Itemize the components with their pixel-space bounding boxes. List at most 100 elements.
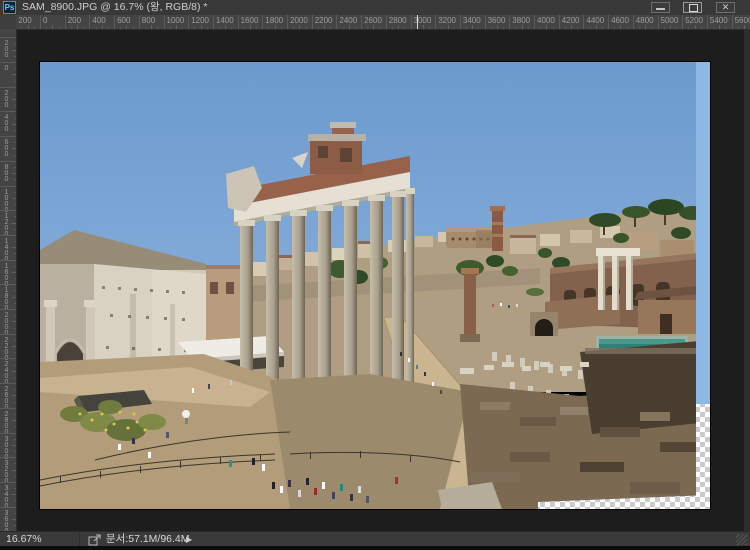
- status-menu-arrow-icon[interactable]: ▶: [186, 532, 192, 547]
- ruler-minor-tick: [14, 81, 16, 82]
- ruler-minor-tick: [429, 27, 430, 29]
- ruler-tick: [411, 15, 412, 29]
- ruler-tick: [0, 358, 16, 359]
- ruler-minor-tick: [275, 25, 276, 29]
- edge-blue-strip: [696, 62, 710, 404]
- ruler-tick: [336, 15, 337, 29]
- ruler-minor-tick: [448, 25, 449, 29]
- ruler-minor-tick: [454, 27, 455, 29]
- ruler-minor-tick: [14, 365, 16, 366]
- minimize-button[interactable]: [651, 2, 670, 13]
- ruler-tick: [682, 15, 683, 29]
- title-bar[interactable]: Ps SAM_8900.JPG @ 16.7% (왕, RGB/8) * ✕: [0, 0, 750, 16]
- ruler-tick: [732, 15, 733, 29]
- ruler-minor-tick: [540, 27, 541, 29]
- ruler-minor-tick: [713, 27, 714, 29]
- ruler-tick: [658, 15, 659, 29]
- close-button[interactable]: ✕: [716, 2, 735, 13]
- ruler-minor-tick: [12, 99, 16, 100]
- ruler-minor-tick: [126, 25, 127, 29]
- ruler-label: 1200: [3, 213, 10, 237]
- ruler-minor-tick: [12, 445, 16, 446]
- ruler-horizontal[interactable]: 2000200400600800100012001400160018002000…: [16, 15, 750, 30]
- ruler-minor-tick: [12, 494, 16, 495]
- ruler-minor-tick: [14, 402, 16, 403]
- ruler-minor-tick: [466, 27, 467, 29]
- ruler-minor-tick: [14, 389, 16, 390]
- ruler-minor-tick: [404, 27, 405, 29]
- resize-grip[interactable]: [736, 534, 747, 545]
- ruler-minor-tick: [14, 266, 16, 267]
- ruler-tick: [361, 15, 362, 29]
- ruler-label: 1200: [191, 16, 209, 25]
- document-title: SAM_8900.JPG @ 16.7% (왕, RGB/8) *: [22, 0, 207, 15]
- ruler-label: 2200: [3, 337, 10, 361]
- ruler-tick: [0, 482, 16, 483]
- bell-tower: [490, 206, 505, 251]
- ruler-tick: [0, 87, 16, 88]
- ruler-minor-tick: [14, 476, 16, 477]
- ruler-minor-tick: [651, 27, 652, 29]
- ruler-label: 4000: [537, 16, 555, 25]
- ruler-vertical[interactable]: 2000200400600800100012001400160018002000…: [0, 29, 17, 531]
- ruler-label: 5200: [685, 16, 703, 25]
- ruler-tick: [435, 15, 436, 29]
- ruler-label: 1600: [3, 263, 10, 287]
- minimize-icon: [656, 8, 665, 10]
- zoom-level-field[interactable]: 16.67%: [0, 532, 80, 547]
- ruler-tick: [89, 15, 90, 29]
- ruler-tick: [0, 408, 16, 409]
- ruler-label: 200: [3, 90, 10, 108]
- ruler-minor-tick: [14, 278, 16, 279]
- maximize-button[interactable]: [683, 2, 702, 13]
- ruler-minor-tick: [14, 315, 16, 316]
- ruler-minor-tick: [14, 167, 16, 168]
- ruler-minor-tick: [12, 223, 16, 224]
- ruler-label: 200: [18, 16, 31, 25]
- document-sizes-label: 문서:57.1M/96.4M: [106, 532, 190, 547]
- export-icon[interactable]: [88, 534, 102, 546]
- document-canvas[interactable]: [40, 62, 710, 509]
- ruler-minor-tick: [14, 525, 16, 526]
- ruler-tick: [0, 433, 16, 434]
- ruler-minor-tick: [14, 303, 16, 304]
- ruler-tick: [386, 15, 387, 29]
- close-icon: ✕: [722, 2, 730, 12]
- ruler-minor-tick: [77, 25, 78, 29]
- ruler-minor-tick: [14, 68, 16, 69]
- ruler-minor-tick: [12, 346, 16, 347]
- photoshop-window: Ps SAM_8900.JPG @ 16.7% (왕, RGB/8) * ✕ 2…: [0, 0, 750, 550]
- ruler-minor-tick: [14, 253, 16, 254]
- ruler-minor-tick: [256, 27, 257, 29]
- ruler-tick: [0, 161, 16, 162]
- ruler-minor-tick: [695, 25, 696, 29]
- ruler-minor-tick: [12, 395, 16, 396]
- ruler-label: 3600: [488, 16, 506, 25]
- ruler-minor-tick: [14, 93, 16, 94]
- photo-roman-forum: [40, 62, 710, 509]
- ruler-minor-tick: [14, 328, 16, 329]
- ruler-label: 1800: [265, 16, 283, 25]
- ruler-minor-tick: [83, 27, 84, 29]
- ruler-tick: [0, 284, 16, 285]
- ruler-minor-tick: [71, 27, 72, 29]
- ruler-tick: [0, 210, 16, 211]
- ruler-minor-tick: [645, 25, 646, 29]
- ruler-label: 2000: [290, 16, 308, 25]
- ruler-minor-tick: [14, 216, 16, 217]
- ruler-minor-tick: [14, 463, 16, 464]
- ruler-tick: [0, 383, 16, 384]
- ruler-tick: [509, 15, 510, 29]
- ruler-tick: [485, 15, 486, 29]
- ruler-minor-tick: [281, 27, 282, 29]
- ruler-minor-tick: [219, 27, 220, 29]
- ruler-label: 600: [117, 16, 130, 25]
- ruler-minor-tick: [343, 27, 344, 29]
- ruler-minor-tick: [330, 27, 331, 29]
- ruler-minor-tick: [423, 25, 424, 29]
- ruler-origin-box[interactable]: [0, 15, 17, 30]
- ruler-label: 400: [92, 16, 105, 25]
- ruler-label: 5400: [710, 16, 728, 25]
- ruler-label: 800: [142, 16, 155, 25]
- ruler-minor-tick: [14, 513, 16, 514]
